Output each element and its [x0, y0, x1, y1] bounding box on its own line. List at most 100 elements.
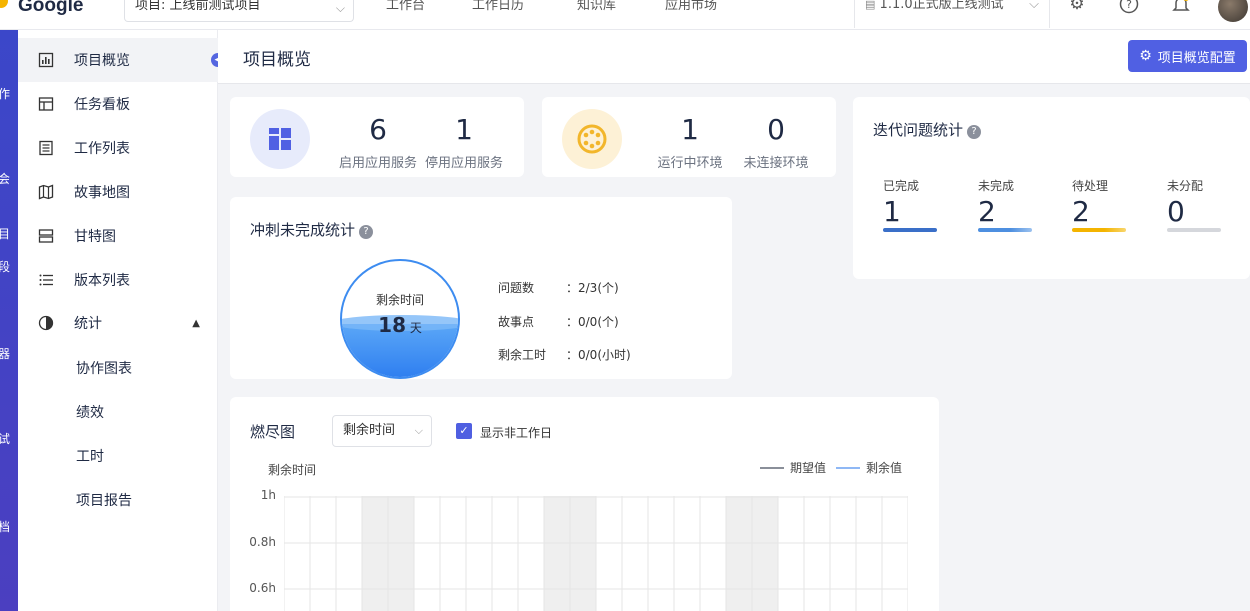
disconnected-env-count: 0 [767, 113, 785, 146]
sidebar-item-version-list[interactable]: 版本列表 [18, 258, 218, 302]
rail-label[interactable]: 会 [0, 170, 10, 187]
iteration-col-bar [1072, 228, 1126, 232]
bell-icon[interactable] [1170, 0, 1192, 16]
sidebar-item-overview[interactable]: 项目概览 [18, 38, 218, 82]
disabled-services-label: 停用应用服务 [424, 156, 503, 171]
y-tick-label: 1h [260, 488, 276, 502]
map-icon [38, 184, 54, 200]
y-tick-label: 0.6h [249, 581, 276, 595]
logo-icon [0, 0, 8, 8]
iteration-col-label: 未完成 [978, 179, 1015, 193]
sidebar-item-label: 统计 [74, 316, 102, 332]
app-services-icon [250, 109, 310, 169]
sidebar-item-label: 甘特图 [74, 229, 116, 245]
chevron-down-icon: ⌵ [335, 1, 345, 15]
version-list-icon [38, 272, 54, 288]
sprint-title-text: 冲刺未完成统计 [250, 221, 356, 239]
chevron-down-icon: ⌵ [414, 424, 423, 437]
iteration-col-label: 已完成 [883, 179, 920, 193]
sidebar-item-task-board[interactable]: 任务看板 [18, 82, 218, 126]
show-non-workday-checkbox[interactable]: ✓ [456, 423, 472, 439]
running-env-count: 1 [681, 113, 699, 146]
disconnected-env-label: 未连接环境 [743, 156, 809, 171]
show-non-workday-label[interactable]: 显示非工作日 [480, 424, 552, 441]
iteration-stats-title-text: 迭代问题统计 [873, 121, 964, 139]
burndown-select-value: 剩余时间 [343, 423, 396, 438]
sidebar-subitem-project-report[interactable]: 项目报告 [76, 490, 132, 510]
iteration-col-value: 0 [1167, 195, 1185, 228]
legend-label: 剩余值 [866, 461, 903, 475]
sidebar-item-label: 版本列表 [74, 273, 130, 289]
iteration-col-undone: 未完成 2 [978, 177, 1038, 232]
rail-label[interactable]: 器 [0, 345, 10, 362]
settings-icon[interactable]: ⚙ [1066, 0, 1088, 16]
iteration-col-bar [1167, 228, 1221, 232]
sidebar-item-statistics[interactable]: 统计 ▲ [18, 301, 218, 345]
rail-label[interactable]: 作 [0, 85, 10, 102]
help-icon[interactable]: ? [967, 125, 982, 139]
rail-label[interactable]: 目 [0, 225, 10, 242]
rail-label[interactable]: 段 [0, 258, 10, 275]
iteration-col-label: 待处理 [1072, 179, 1109, 193]
avatar[interactable] [1218, 0, 1248, 22]
iteration-col-unassigned: 未分配 0 [1167, 177, 1227, 232]
environment-icon [562, 109, 622, 169]
rail-label[interactable]: 试 [0, 430, 10, 447]
sidebar-item-work-list[interactable]: 工作列表 [18, 126, 218, 170]
project-select[interactable]: 项目: 上线前测试项目 ⌵ [124, 0, 354, 22]
sprint-title: 冲刺未完成统计? [250, 219, 374, 240]
version-select-value: 1.1.0正式版上线测试 [879, 0, 1004, 12]
help-icon[interactable]: ? [359, 225, 374, 239]
iteration-col-bar [883, 228, 937, 232]
brand-name: Google [18, 0, 84, 16]
metric-key: 故事点 [498, 315, 535, 329]
sidebar-item-label: 故事地图 [74, 185, 130, 201]
sidebar-item-label: 任务看板 [74, 97, 130, 113]
sidebar-item-label: 项目概览 [74, 53, 130, 69]
nav-app-market[interactable]: 应用市场 [665, 0, 717, 13]
enabled-services-count: 6 [369, 113, 387, 146]
disabled-services-count: 1 [455, 113, 473, 146]
metric-value: ：0/0(个) [566, 315, 619, 329]
iteration-col-done: 已完成 1 [883, 177, 943, 232]
rail-label[interactable]: 档 [0, 518, 10, 535]
legend-label: 期望值 [790, 461, 827, 475]
overview-config-button[interactable]: ⚙ 项目概览配置 [1128, 40, 1247, 72]
sidebar-item-gantt[interactable]: 甘特图 [18, 214, 218, 258]
page-header: 项目概览 ⚙ 项目概览配置 [218, 30, 1250, 84]
svg-text:?: ? [1126, 0, 1132, 11]
burndown-chart [284, 496, 908, 611]
legend-remaining: 剩余值 [836, 459, 902, 476]
page-title: 项目概览 [243, 50, 311, 70]
iteration-stats-card: 迭代问题统计? 已完成 1 未完成 2 待处理 2 未分配 0 [853, 97, 1250, 279]
help-icon[interactable]: ? [1118, 0, 1140, 16]
burndown-metric-select[interactable]: 剩余时间 ⌵ [332, 415, 432, 447]
metric-value: ：2/3(个) [566, 281, 619, 295]
gauge-value-unit: 天 [409, 321, 422, 335]
sidebar-subitem-work-hours[interactable]: 工时 [76, 446, 104, 466]
project-select-value: 项目: 上线前测试项目 [135, 0, 261, 13]
sidebar-subitem-collab-chart[interactable]: 协作图表 [76, 358, 132, 378]
iteration-col-value: 2 [978, 195, 996, 228]
top-bar: Google 项目: 上线前测试项目 ⌵ 工作台 工作日历 知识库 应用市场 ▤… [0, 0, 1250, 30]
iteration-col-bar [978, 228, 1032, 232]
sidebar-item-story-map[interactable]: 故事地图 [18, 170, 218, 214]
metric-remaining-hours: 剩余工时 ：0/0(小时) [498, 346, 631, 363]
legend-swatch [836, 466, 860, 469]
burndown-card: 燃尽图 剩余时间 ⌵ ✓ 显示非工作日 剩余时间 期望值 剩余值 1h 0.8h… [230, 397, 939, 611]
gear-icon: ⚙ [1139, 48, 1152, 64]
iteration-col-label: 未分配 [1167, 179, 1204, 193]
nav-knowledge-base[interactable]: 知识库 [577, 0, 616, 13]
sidebar-subitem-performance[interactable]: 绩效 [76, 402, 104, 422]
version-select[interactable]: ▤ 1.1.0正式版上线测试 ⌵ [854, 0, 1050, 28]
remaining-time-gauge: 剩余时间 18 天 [340, 259, 460, 379]
metric-key: 问题数 [498, 281, 535, 295]
nav-work-calendar[interactable]: 工作日历 [472, 0, 524, 13]
metric-issues: 问题数 ：2/3(个) [498, 279, 619, 296]
list-icon [38, 140, 54, 156]
nav-workbench[interactable]: 工作台 [386, 0, 425, 13]
burndown-y-title: 剩余时间 [268, 463, 317, 477]
version-icon: ▤ [865, 0, 876, 11]
left-rail: 作 会 目 段 器 试 档 [0, 30, 18, 611]
board-icon [38, 96, 54, 112]
